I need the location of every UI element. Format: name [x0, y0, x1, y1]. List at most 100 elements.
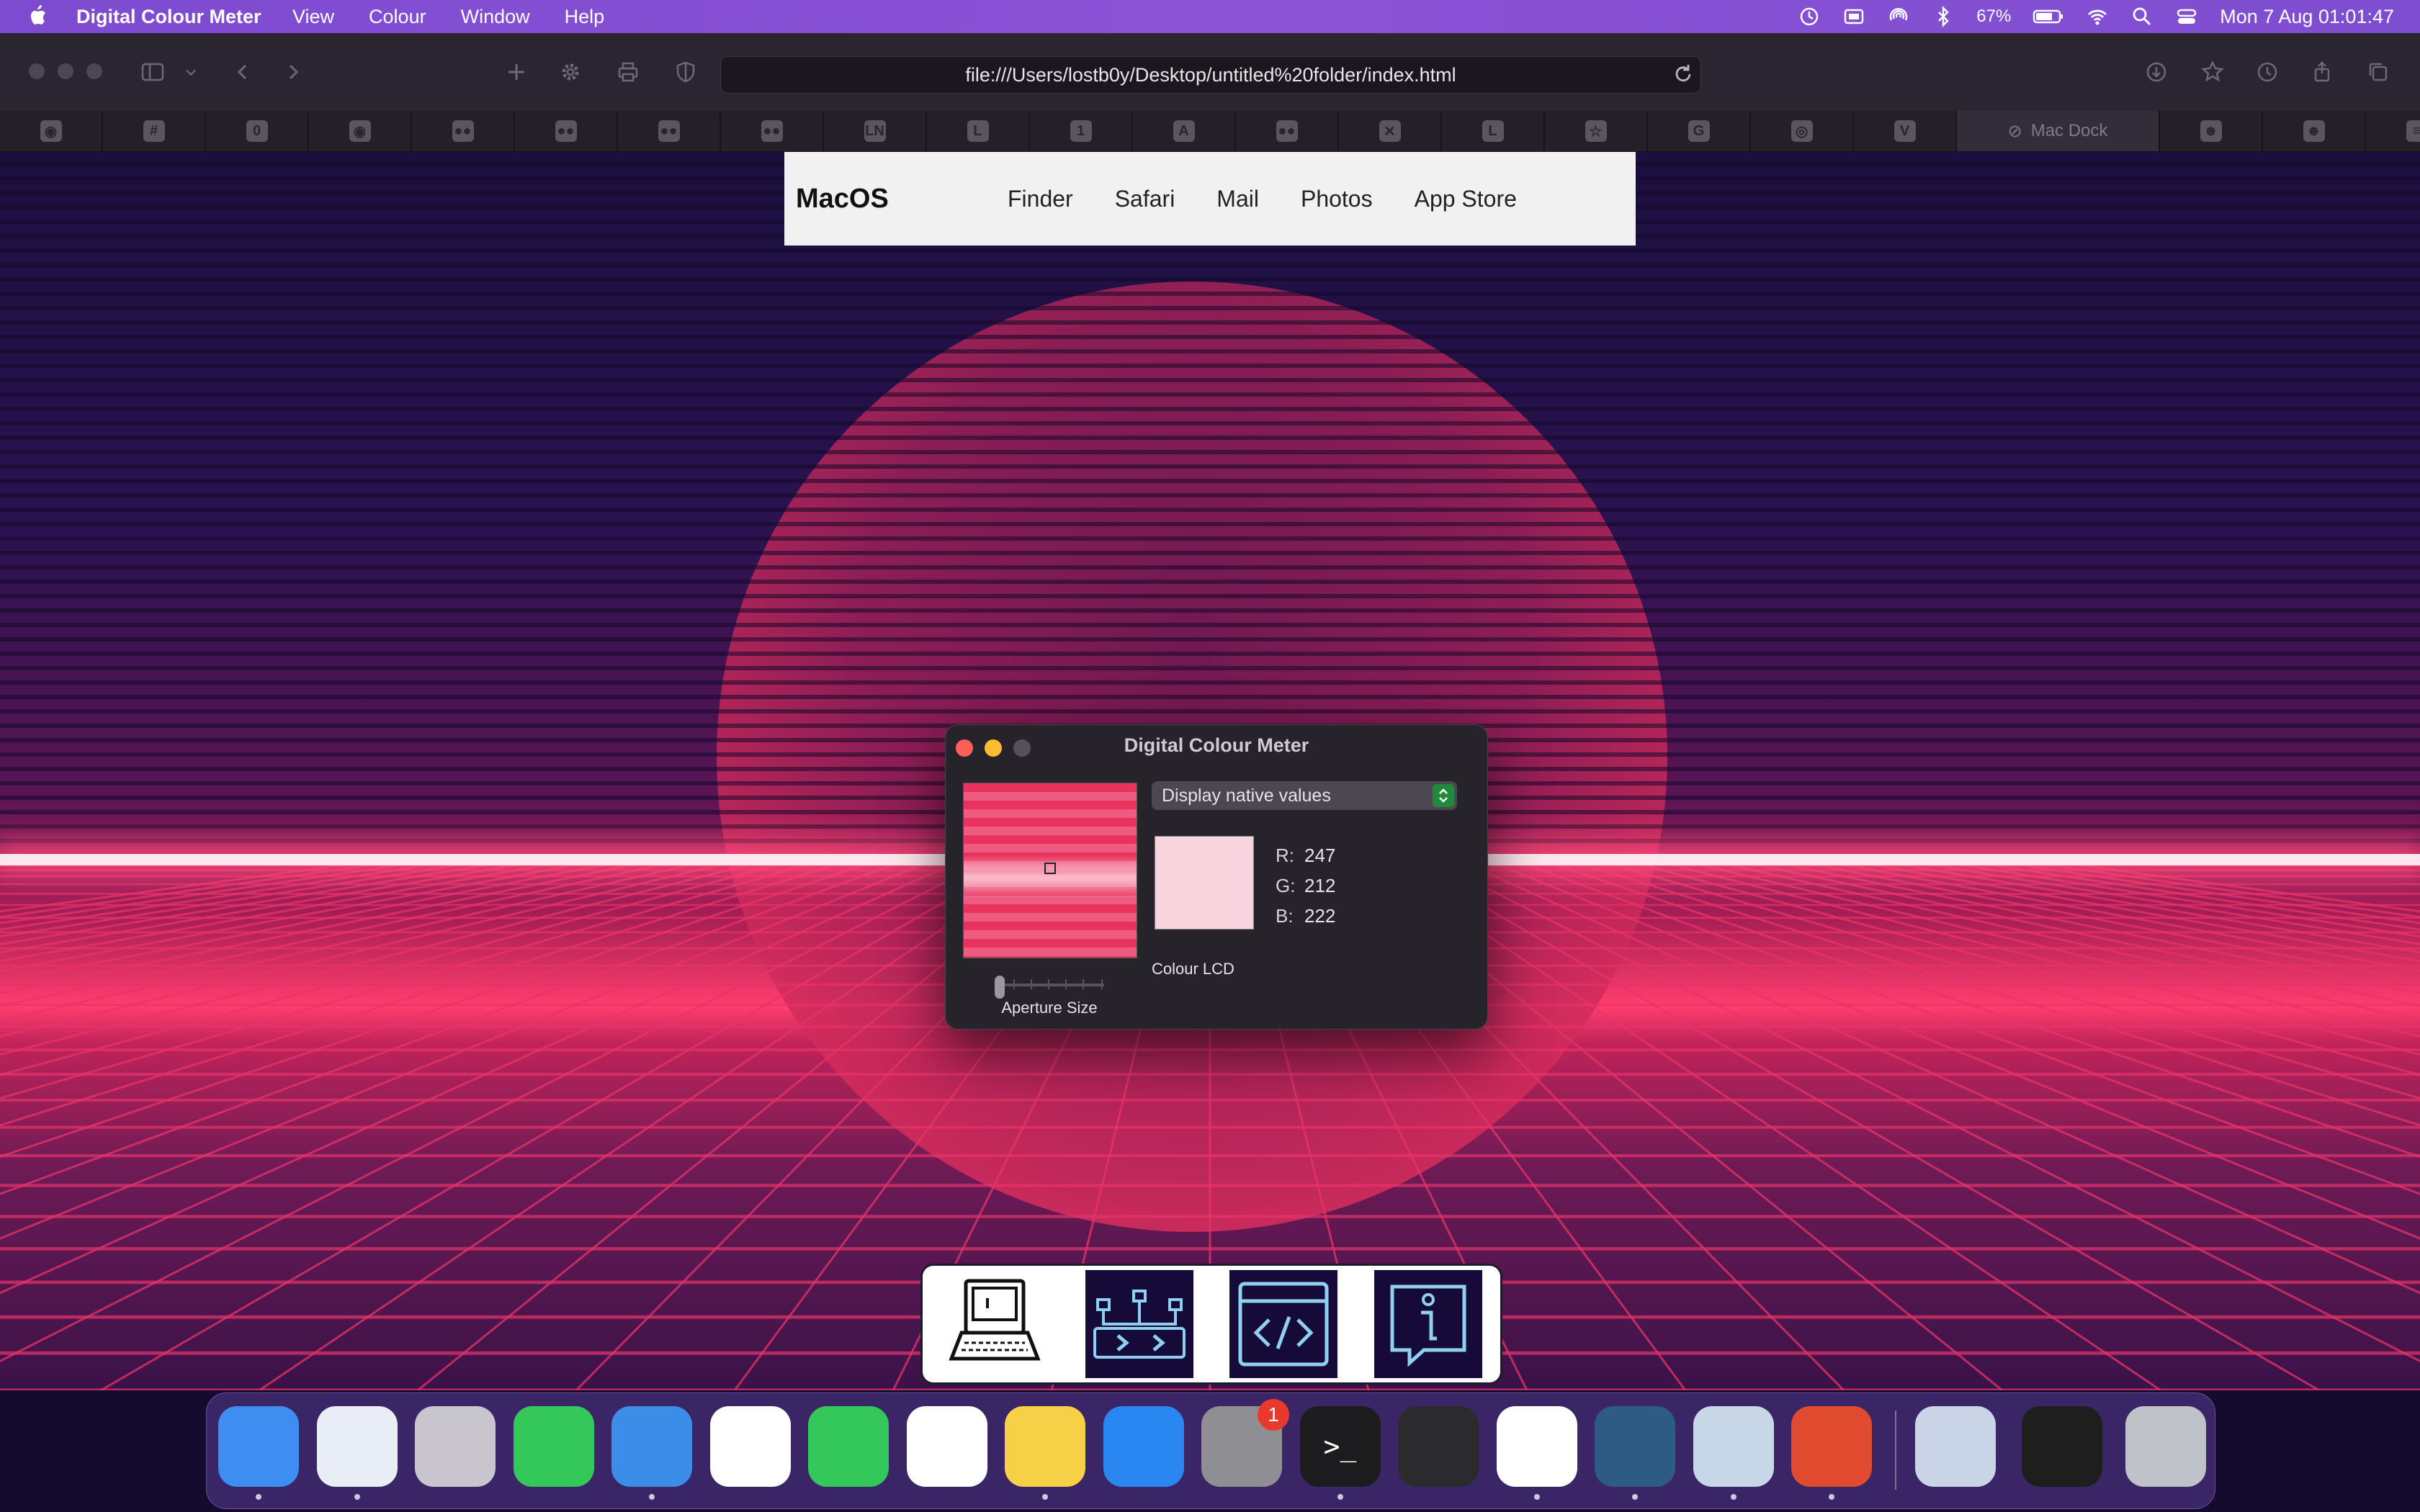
gear-icon[interactable]: [555, 56, 586, 88]
tabs-overview-icon[interactable]: [2362, 56, 2394, 88]
forward-arrow-icon[interactable]: [277, 56, 309, 88]
address-bar[interactable]: file:///Users/lostb0y/Desktop/untitled%2…: [720, 56, 1701, 94]
bookmark-star-icon[interactable]: [2197, 56, 2228, 88]
value-mode-popup[interactable]: Display native values: [1152, 781, 1457, 810]
nav-link-safari[interactable]: Safari: [1115, 186, 1175, 212]
share-icon[interactable]: [2306, 56, 2338, 88]
sidebar-toggle-icon[interactable]: [137, 56, 169, 88]
battery-icon[interactable]: [2033, 5, 2064, 28]
menu-window[interactable]: Window: [461, 6, 530, 28]
nav-link-photos[interactable]: Photos: [1301, 186, 1373, 212]
aperture-cursor: [1044, 863, 1056, 874]
favorite-17[interactable]: ◎: [1751, 111, 1854, 151]
active-app-name[interactable]: Digital Colour Meter: [76, 6, 261, 28]
site-brand[interactable]: MacOS: [796, 184, 889, 215]
history-clock-icon[interactable]: [2251, 56, 2283, 88]
control-center-icon[interactable]: [2175, 5, 2198, 28]
reload-icon[interactable]: [1671, 62, 1695, 86]
trash-icon[interactable]: [2125, 1406, 2206, 1487]
safari-icon[interactable]: [316, 1406, 398, 1487]
globe-icon: ◎: [1791, 120, 1813, 142]
photos-icon[interactable]: [709, 1406, 791, 1487]
reminders-icon[interactable]: [906, 1406, 987, 1487]
favorite-14[interactable]: L: [1442, 111, 1545, 151]
close-window-button[interactable]: [29, 63, 45, 79]
finder-icon[interactable]: [218, 1406, 299, 1487]
shield-icon[interactable]: [670, 56, 702, 88]
favorite-5[interactable]: ●●: [515, 111, 618, 151]
screen-icon[interactable]: [1842, 5, 1865, 28]
favorite-0[interactable]: ◉: [0, 111, 103, 151]
favorite-10[interactable]: 1: [1030, 111, 1133, 151]
network-diagram-icon[interactable]: [1085, 1270, 1193, 1378]
nav-link-mail[interactable]: Mail: [1216, 186, 1259, 212]
rgb-values: R: 247 G: 212 B: 222: [1276, 840, 1335, 931]
new-tab-plus-icon[interactable]: [501, 56, 532, 88]
code-window-icon[interactable]: [1229, 1270, 1338, 1378]
menu-view[interactable]: View: [292, 6, 334, 28]
terminal-icon[interactable]: >_: [1299, 1406, 1381, 1487]
minimize-window-button[interactable]: [58, 63, 73, 79]
printer-icon[interactable]: [612, 56, 644, 88]
nav-link-finder[interactable]: Finder: [1008, 186, 1073, 212]
menu-help[interactable]: Help: [565, 6, 605, 28]
favorite-8[interactable]: LN: [824, 111, 927, 151]
downloads-icon[interactable]: [2141, 56, 2172, 88]
reddit-icon: ☻: [2200, 120, 2222, 142]
o-icon: 0: [246, 120, 268, 142]
medium-icon: ●●: [1276, 120, 1298, 142]
favorite-trailing-2[interactable]: ≡: [2366, 111, 2420, 151]
recent-vscode-window-icon[interactable]: [2022, 1406, 2102, 1487]
favorite-18[interactable]: V: [1854, 111, 1957, 151]
favorite-2[interactable]: 0: [206, 111, 309, 151]
favorite-6[interactable]: ●●: [618, 111, 721, 151]
apple-menu-icon[interactable]: [26, 4, 48, 29]
chevron-down-icon[interactable]: [180, 56, 202, 88]
aperture-size-slider[interactable]: [995, 976, 1104, 999]
favorite-3[interactable]: ◉: [309, 111, 412, 151]
launchpad-icon[interactable]: [415, 1406, 496, 1487]
favorite-trailing-1[interactable]: ☻: [2263, 111, 2366, 151]
favorite-16[interactable]: G: [1648, 111, 1751, 151]
recent-preview-icon[interactable]: [1915, 1406, 1996, 1487]
favorite-15[interactable]: ☆: [1545, 111, 1648, 151]
back-arrow-icon[interactable]: [227, 56, 259, 88]
value-mode-text: Display native values: [1162, 785, 1331, 806]
favorite-4[interactable]: ●●: [412, 111, 515, 151]
spotlight-icon[interactable]: [2130, 5, 2154, 28]
menu-colour[interactable]: Colour: [369, 6, 426, 28]
vscode-icon[interactable]: [1496, 1406, 1577, 1487]
favorite-9[interactable]: L: [927, 111, 1030, 151]
mail-icon[interactable]: [611, 1406, 692, 1487]
favorite-7[interactable]: ●●: [721, 111, 824, 151]
nav-link-app-store[interactable]: App Store: [1415, 186, 1517, 212]
airdrop-icon[interactable]: [1887, 5, 1910, 28]
wifi-icon[interactable]: [2086, 5, 2109, 28]
quicktime-icon[interactable]: [1398, 1406, 1479, 1487]
messages-icon[interactable]: [513, 1406, 594, 1487]
favorite-13[interactable]: ✕: [1339, 111, 1442, 151]
digital-colour-meter-icon[interactable]: [1791, 1406, 1872, 1487]
notes-icon[interactable]: [1005, 1406, 1085, 1487]
time-machine-icon[interactable]: [1798, 5, 1821, 28]
running-indicator: [256, 1494, 261, 1500]
retro-computer-icon[interactable]: [941, 1270, 1049, 1378]
zoom-window-button[interactable]: [86, 63, 102, 79]
notification-badge: 1: [1258, 1399, 1289, 1431]
favorite-11[interactable]: A: [1133, 111, 1236, 151]
preview-icon[interactable]: [1693, 1406, 1774, 1487]
battery-percentage[interactable]: 67%: [1976, 6, 2011, 27]
app-store-icon[interactable]: [1103, 1406, 1184, 1487]
clock[interactable]: Mon 7 Aug 01:01:47: [2220, 6, 2394, 28]
l-icon: L: [967, 120, 989, 142]
favorite-trailing-0[interactable]: ☻: [2160, 111, 2263, 151]
facetime-icon[interactable]: [808, 1406, 889, 1487]
favorite-1[interactable]: #: [103, 111, 206, 151]
aperture-slider-knob[interactable]: [995, 976, 1005, 999]
system-settings-icon[interactable]: 1: [1201, 1399, 1289, 1487]
mysql-workbench-icon[interactable]: [1595, 1406, 1675, 1487]
favorite-12[interactable]: ●●: [1236, 111, 1339, 151]
info-icon[interactable]: [1373, 1270, 1482, 1378]
bluetooth-icon[interactable]: [1932, 5, 1955, 28]
active-tab-mac-dock[interactable]: ⊘ Mac Dock: [1957, 111, 2160, 151]
